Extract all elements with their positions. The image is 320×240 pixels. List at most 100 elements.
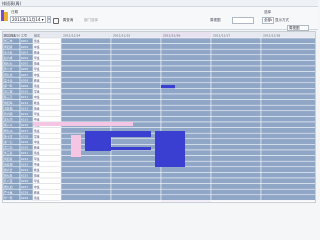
schedule-cell[interactable] [160,177,212,184]
schedule-cell[interactable] [210,82,262,89]
schedule-cell[interactable] [60,188,112,196]
schedule-cell[interactable] [260,138,316,145]
schedule-cell[interactable] [210,149,262,156]
schedule-cell[interactable] [260,177,316,184]
schedule-cell[interactable] [110,166,162,173]
schedule-cell[interactable] [210,116,262,123]
schedule-cell[interactable] [110,60,162,67]
schedule-cell[interactable] [210,76,262,84]
schedule-cell[interactable] [160,48,212,56]
schedule-cell[interactable] [160,71,212,78]
schedule-cell[interactable] [210,88,262,95]
schedule-cell[interactable] [160,43,212,50]
schedule-cell[interactable] [160,116,212,123]
schedule-cell[interactable] [110,93,162,100]
column-header[interactable]: 2011/11/16 [163,34,180,38]
schedule-cell[interactable] [160,121,212,128]
schedule-cell[interactable] [210,172,262,179]
column-header[interactable]: 2011/11/14 [63,34,80,38]
schedule-cell[interactable] [210,104,262,112]
schedule-cell[interactable] [110,48,162,56]
schedule-cell[interactable] [110,188,162,196]
schedule-cell[interactable] [110,99,162,106]
schedule-cell[interactable] [260,160,316,168]
schedule-cell[interactable] [160,76,212,84]
column-header[interactable]: 2011/11/17 [213,34,230,38]
schedule-cell[interactable] [60,104,112,112]
schedule-cell[interactable] [60,160,112,168]
schedule-cell[interactable] [60,183,112,190]
schedule-cell[interactable] [210,71,262,78]
schedule-cell[interactable] [110,183,162,190]
schedule-cell[interactable] [60,76,112,84]
column-header[interactable]: 2011/11/20 [3,34,20,38]
schedule-cell[interactable] [260,194,316,201]
schedule-cell[interactable] [110,71,162,78]
schedule-cell[interactable] [160,37,212,44]
schedule-cell[interactable] [260,60,316,67]
schedule-cell[interactable] [160,188,212,196]
schedule-cell[interactable] [260,149,316,156]
schedule-cell[interactable] [210,121,262,128]
schedule-cell[interactable] [110,104,162,112]
schedule-cell[interactable] [260,65,316,72]
schedule-cell[interactable] [60,155,112,162]
schedule-cell[interactable] [110,177,162,184]
schedule-cell[interactable] [260,54,316,61]
column-header[interactable]: 班次 [34,33,40,38]
schedule-cell[interactable] [60,48,112,56]
schedule-cell[interactable] [260,76,316,84]
schedule-cell[interactable] [210,99,262,106]
schedule-cell[interactable] [210,188,262,196]
date-field[interactable]: 2011年11月14 ▾ [10,16,46,23]
schedule-cell[interactable] [60,110,112,117]
schedule-cell[interactable] [210,110,262,117]
schedule-cell[interactable] [60,194,112,201]
schedule-cell[interactable] [110,76,162,84]
schedule-cell[interactable] [60,65,112,72]
schedule-cell[interactable] [210,65,262,72]
column-header[interactable]: 2011/11/15 [113,34,130,38]
schedule-cell[interactable] [160,54,212,61]
schedule-cell[interactable] [210,160,262,168]
schedule-cell[interactable] [110,172,162,179]
schedule-cell[interactable] [110,37,162,44]
schedule-cell[interactable] [260,88,316,95]
schedule-cell[interactable] [160,99,212,106]
schedule-cell[interactable] [110,43,162,50]
schedule-cell[interactable] [260,188,316,196]
column-header[interactable]: 工号 [21,33,27,38]
schedule-cell[interactable] [210,127,262,134]
schedule-cell[interactable] [210,43,262,50]
dept-select-text[interactable]: 部门选择 [84,18,98,23]
schedule-cell[interactable] [60,177,112,184]
schedule-cell[interactable] [210,48,262,56]
schedule-cell[interactable] [160,65,212,72]
week-select[interactable] [232,17,254,24]
schedule-cell[interactable] [260,127,316,134]
schedule-cell[interactable] [60,60,112,67]
schedule-cell[interactable] [160,194,212,201]
schedule-cell[interactable] [260,93,316,100]
schedule-cell[interactable] [60,54,112,61]
schedule-cell[interactable] [210,132,262,140]
schedule-cell[interactable] [110,160,162,168]
schedule-cell[interactable] [210,144,262,151]
schedule-cell[interactable] [260,121,316,128]
schedule-cell[interactable] [260,172,316,179]
shift-block[interactable] [111,131,151,137]
schedule-cell[interactable] [110,54,162,61]
schedule-cell[interactable] [260,71,316,78]
shift-block[interactable] [161,85,175,89]
schedule-cell[interactable] [260,132,316,140]
schedule-cell[interactable] [210,37,262,44]
dept-select[interactable]: 全部 ▾ [262,17,274,24]
schedule-cell[interactable] [110,82,162,89]
shift-block[interactable] [155,131,185,167]
schedule-cell[interactable] [210,54,262,61]
schedule-cell[interactable] [60,172,112,179]
schedule-cell[interactable] [210,155,262,162]
schedule-cell[interactable] [60,43,112,50]
schedule-cell[interactable] [210,93,262,100]
schedule-cell[interactable] [160,88,212,95]
